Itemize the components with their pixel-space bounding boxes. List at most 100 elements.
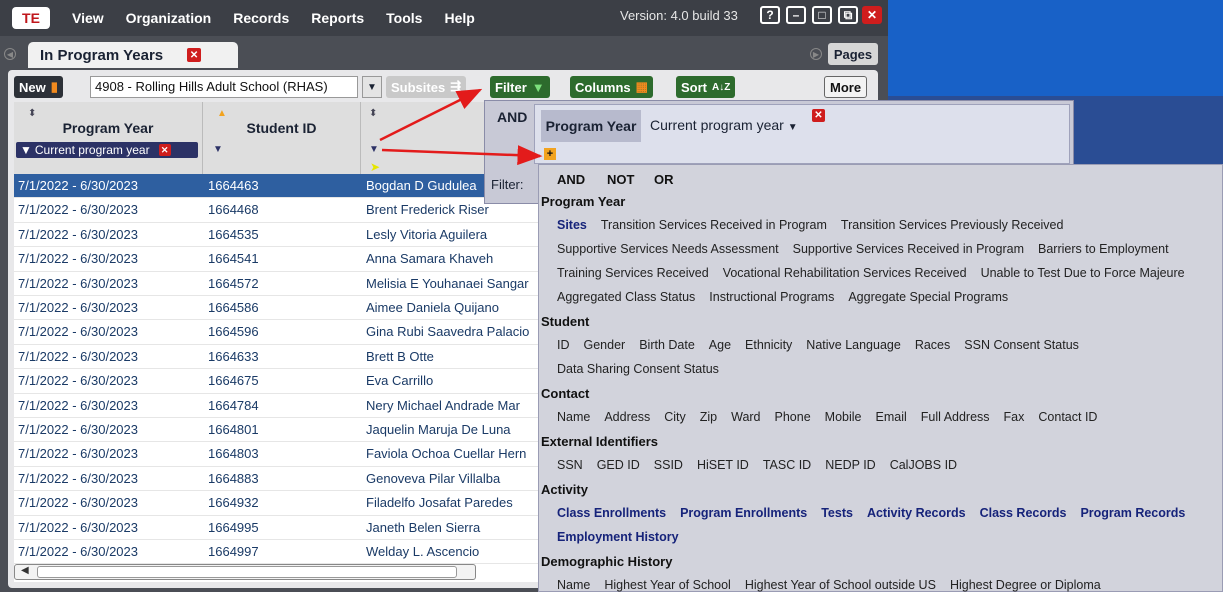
menu-organization[interactable]: Organization bbox=[126, 10, 212, 26]
field-option[interactable]: Native Language bbox=[806, 338, 901, 352]
field-option[interactable]: Email bbox=[876, 410, 907, 424]
field-option[interactable]: Supportive Services Needs Assessment bbox=[557, 242, 779, 256]
column-header-student-id[interactable]: ▲ Student ID ▼ bbox=[203, 102, 361, 174]
filter-button[interactable]: Filter ▼ bbox=[490, 76, 550, 98]
table-row[interactable]: 7/1/2022 - 6/30/2023 1664803 Faviola Ochoa… bbox=[14, 442, 554, 467]
restore-icon[interactable]: ⧉ bbox=[838, 6, 858, 24]
new-button[interactable]: New ▮ bbox=[14, 76, 63, 98]
field-option[interactable]: Contact ID bbox=[1038, 410, 1097, 424]
field-option[interactable]: Program Enrollments bbox=[680, 506, 807, 520]
field-option[interactable]: Age bbox=[709, 338, 731, 352]
field-option[interactable]: Program Records bbox=[1080, 506, 1185, 520]
field-option[interactable]: Full Address bbox=[921, 410, 990, 424]
field-option[interactable]: Activity Records bbox=[867, 506, 966, 520]
table-row[interactable]: 7/1/2022 - 6/30/2023 1664468 Brent Frederi… bbox=[14, 198, 554, 223]
field-option[interactable]: Barriers to Employment bbox=[1038, 242, 1169, 256]
field-option[interactable]: Name bbox=[557, 410, 590, 424]
menu-records[interactable]: Records bbox=[233, 10, 289, 26]
subsites-button[interactable]: Subsites ⇶ bbox=[386, 76, 467, 98]
horizontal-scrollbar[interactable]: ◀ bbox=[14, 564, 476, 580]
scroll-left-icon[interactable]: ◀ bbox=[21, 565, 29, 576]
scroll-thumb[interactable] bbox=[37, 566, 457, 578]
field-option[interactable]: Data Sharing Consent Status bbox=[557, 362, 719, 376]
field-option[interactable]: City bbox=[664, 410, 686, 424]
field-option[interactable]: Tests bbox=[821, 506, 853, 520]
field-option[interactable]: GED ID bbox=[597, 458, 640, 472]
program-year-value[interactable]: Current program year ▼ bbox=[650, 117, 798, 133]
field-option[interactable]: Gender bbox=[584, 338, 626, 352]
close-window-icon[interactable]: ✕ bbox=[862, 6, 882, 24]
field-option[interactable]: Races bbox=[915, 338, 950, 352]
column-filter-chip[interactable]: ▼ Current program year ✕ bbox=[16, 142, 198, 158]
table-row[interactable]: 7/1/2022 - 6/30/2023 1664883 Genoveva Pila… bbox=[14, 467, 554, 492]
field-option[interactable]: Highest Degree or Diploma bbox=[950, 578, 1101, 592]
table-row[interactable]: 7/1/2022 - 6/30/2023 1664675 Eva Carrillo bbox=[14, 369, 554, 394]
field-option[interactable]: ID bbox=[557, 338, 570, 352]
sort-button[interactable]: Sort A↓Z bbox=[676, 76, 736, 98]
sort-neutral-icon[interactable]: ⬍ bbox=[28, 108, 36, 119]
columns-button[interactable]: Columns ▦ bbox=[570, 76, 653, 98]
field-option[interactable]: Ethnicity bbox=[745, 338, 792, 352]
table-row[interactable]: 7/1/2022 - 6/30/2023 1664995 Janeth Belen … bbox=[14, 516, 554, 540]
field-option[interactable]: Aggregate Special Programs bbox=[848, 290, 1008, 304]
school-select[interactable]: 4908 - Rolling Hills Adult School (RHAS) bbox=[90, 76, 358, 98]
maximize-icon[interactable]: □ bbox=[812, 6, 832, 24]
field-option[interactable]: CalJOBS ID bbox=[890, 458, 957, 472]
field-option[interactable]: HiSET ID bbox=[697, 458, 749, 472]
operator-and[interactable]: AND bbox=[557, 172, 585, 187]
sort-asc-icon[interactable]: ▲ bbox=[217, 108, 227, 119]
field-option[interactable]: Ward bbox=[731, 410, 760, 424]
add-condition-icon[interactable]: + bbox=[544, 148, 556, 160]
remove-condition-icon[interactable]: ✕ bbox=[812, 109, 825, 122]
remove-filter-icon[interactable]: ✕ bbox=[158, 144, 171, 156]
field-option[interactable]: TASC ID bbox=[763, 458, 811, 472]
field-option[interactable]: Zip bbox=[700, 410, 717, 424]
table-row[interactable]: 7/1/2022 - 6/30/2023 1664596 Gina Rubi Saa… bbox=[14, 320, 554, 345]
minimize-icon[interactable]: – bbox=[786, 6, 806, 24]
field-option[interactable]: Training Services Received bbox=[557, 266, 709, 280]
more-button[interactable]: More bbox=[824, 76, 868, 98]
field-option[interactable]: NEDP ID bbox=[825, 458, 875, 472]
field-option[interactable]: Mobile bbox=[825, 410, 862, 424]
help-icon[interactable]: ? bbox=[760, 6, 780, 24]
tab-close-icon[interactable]: ✕ bbox=[187, 48, 202, 62]
table-row[interactable]: 7/1/2022 - 6/30/2023 1664997 Welday L. Asc… bbox=[14, 540, 554, 565]
tab-in-program-years[interactable]: In Program Years ✕ bbox=[28, 42, 238, 68]
field-option[interactable]: Highest Year of School bbox=[604, 578, 730, 592]
menu-tools[interactable]: Tools bbox=[386, 10, 422, 26]
field-option[interactable]: Phone bbox=[775, 410, 811, 424]
sort-neutral-icon[interactable]: ⬍ bbox=[369, 108, 377, 119]
field-option[interactable]: Transition Services Received in Program bbox=[601, 218, 827, 232]
field-option[interactable]: Employment History bbox=[557, 530, 679, 544]
table-row[interactable]: 7/1/2022 - 6/30/2023 1664932 Filadelfo Jos… bbox=[14, 491, 554, 516]
field-option[interactable]: Unable to Test Due to Force Majeure bbox=[981, 266, 1185, 280]
operator-or[interactable]: OR bbox=[654, 172, 674, 187]
field-option[interactable]: Aggregated Class Status bbox=[557, 290, 695, 304]
field-option[interactable]: Sites bbox=[557, 218, 587, 232]
field-option[interactable]: Fax bbox=[1004, 410, 1025, 424]
pages-button[interactable]: Pages bbox=[828, 43, 878, 65]
column-header-program-year[interactable]: ⬍ Program Year ▼ Current program year ✕ bbox=[14, 102, 203, 174]
field-option[interactable]: Supportive Services Received in Program bbox=[793, 242, 1024, 256]
table-row[interactable]: 7/1/2022 - 6/30/2023 1664586 Aimee Daniela… bbox=[14, 296, 554, 321]
table-row[interactable]: 7/1/2022 - 6/30/2023 1664572 Melisia E You… bbox=[14, 272, 554, 296]
menu-reports[interactable]: Reports bbox=[311, 10, 364, 26]
table-row[interactable]: 7/1/2022 - 6/30/2023 1664463 Bogdan D Gudu… bbox=[14, 174, 554, 199]
operator-not[interactable]: NOT bbox=[607, 172, 634, 187]
tab-scroll-right-icon[interactable]: ▶ bbox=[810, 48, 822, 60]
table-row[interactable]: 7/1/2022 - 6/30/2023 1664633 Brett B Otte bbox=[14, 345, 554, 370]
funnel-icon[interactable]: ▼ bbox=[369, 144, 379, 155]
tab-scroll-left-icon[interactable]: ◀ bbox=[4, 48, 16, 60]
field-option[interactable]: Birth Date bbox=[639, 338, 695, 352]
field-option[interactable]: Address bbox=[604, 410, 650, 424]
field-option[interactable]: Transition Services Previously Received bbox=[841, 218, 1064, 232]
field-option[interactable]: SSN Consent Status bbox=[964, 338, 1079, 352]
field-option[interactable]: SSN bbox=[557, 458, 583, 472]
program-year-chip[interactable]: Program Year bbox=[541, 110, 641, 142]
field-option[interactable]: Highest Year of School outside US bbox=[745, 578, 936, 592]
field-option[interactable]: Class Enrollments bbox=[557, 506, 666, 520]
funnel-icon[interactable]: ▼ bbox=[213, 144, 223, 155]
field-option[interactable]: Name bbox=[557, 578, 590, 592]
table-row[interactable]: 7/1/2022 - 6/30/2023 1664535 Lesly Vitoria… bbox=[14, 223, 554, 248]
field-option[interactable]: Class Records bbox=[980, 506, 1067, 520]
